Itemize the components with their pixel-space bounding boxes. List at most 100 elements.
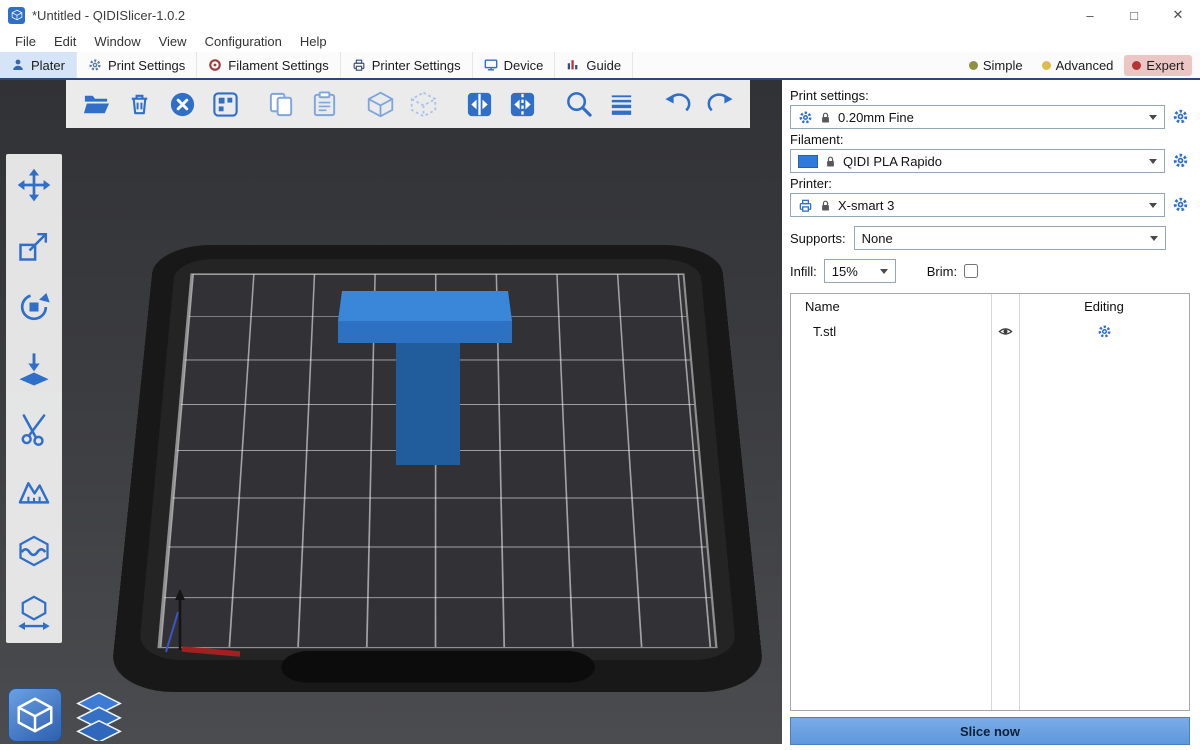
copy-button[interactable] xyxy=(263,86,299,122)
dropdown-arrow-icon xyxy=(1149,115,1157,124)
dropdown-arrow-icon xyxy=(880,269,888,278)
variable-layer-height-button[interactable] xyxy=(603,86,639,122)
filament-combo[interactable]: QIDI PLA Rapido xyxy=(790,149,1165,173)
menu-edit[interactable]: Edit xyxy=(45,32,85,51)
measure-icon xyxy=(16,594,52,630)
split-parts-icon xyxy=(508,90,537,119)
window-controls: – □ ✕ xyxy=(1068,0,1200,30)
tab-plater[interactable]: Plater xyxy=(0,52,77,78)
print-settings-combo[interactable]: 0.20mm Fine xyxy=(790,105,1165,129)
measure-button[interactable] xyxy=(14,592,54,632)
plater-icon xyxy=(11,58,25,72)
menu-help[interactable]: Help xyxy=(291,32,336,51)
infill-combo[interactable]: 15% xyxy=(824,259,896,283)
object-settings-gear-icon xyxy=(1097,324,1112,339)
close-button[interactable]: ✕ xyxy=(1156,0,1200,30)
supports-combo[interactable]: None xyxy=(854,226,1166,250)
lock-icon xyxy=(819,199,832,212)
brim-checkbox[interactable] xyxy=(964,264,978,278)
bed-handle xyxy=(280,651,595,683)
tab-filament-settings[interactable]: Filament Settings xyxy=(197,52,340,78)
brim-label: Brim: xyxy=(927,264,957,279)
undo-icon xyxy=(663,90,692,119)
menu-configuration[interactable]: Configuration xyxy=(196,32,291,51)
menu-window[interactable]: Window xyxy=(85,32,149,51)
arrange-button[interactable] xyxy=(207,86,243,122)
printer-icon xyxy=(798,198,813,213)
mode-advanced[interactable]: Advanced xyxy=(1034,55,1122,76)
trash-icon xyxy=(125,90,154,119)
simple-dot-icon xyxy=(969,61,978,70)
move-button[interactable] xyxy=(14,165,54,205)
redo-button[interactable] xyxy=(702,86,738,122)
open-button[interactable] xyxy=(78,86,114,122)
app-window: *Untitled - QIDISlicer-1.0.2 – □ ✕ File … xyxy=(0,0,1200,750)
object-editing-button[interactable] xyxy=(1019,324,1189,339)
gear-icon xyxy=(1172,152,1189,169)
object-row-t-stl[interactable]: T.stl xyxy=(791,318,1189,344)
print-settings-gear-button[interactable] xyxy=(1171,108,1190,127)
split-objects-icon xyxy=(465,90,494,119)
filament-color-swatch xyxy=(798,155,818,168)
filament-gear-button[interactable] xyxy=(1171,152,1190,171)
slice-now-button[interactable]: Slice now xyxy=(790,717,1190,745)
cut-button[interactable] xyxy=(14,409,54,449)
redo-icon xyxy=(706,90,735,119)
supports-label: Supports: xyxy=(790,231,846,246)
printer-gear-button[interactable] xyxy=(1171,196,1190,215)
eye-icon xyxy=(998,324,1013,339)
maximize-button[interactable]: □ xyxy=(1112,0,1156,30)
filament-settings-icon xyxy=(208,58,222,72)
mode-simple[interactable]: Simple xyxy=(961,55,1031,76)
printer-combo[interactable]: X-smart 3 xyxy=(790,193,1165,217)
remove-instance-button[interactable] xyxy=(405,86,441,122)
scale-icon xyxy=(16,228,52,264)
sidebar: Print settings: 0.20mm Fine Filament: QI… xyxy=(782,80,1200,750)
top-toolbar xyxy=(66,80,750,128)
visibility-toggle-button[interactable] xyxy=(991,324,1019,339)
gear-icon xyxy=(1172,108,1189,125)
add-instance-button[interactable] xyxy=(362,86,398,122)
split-to-objects-button[interactable] xyxy=(461,86,497,122)
paint-supports-icon xyxy=(16,472,52,508)
delete-button[interactable] xyxy=(121,86,157,122)
split-to-parts-button[interactable] xyxy=(504,86,540,122)
seam-painting-button[interactable] xyxy=(14,531,54,571)
open-folder-icon xyxy=(82,90,111,119)
menu-view[interactable]: View xyxy=(150,32,196,51)
tab-print-settings[interactable]: Print Settings xyxy=(77,52,197,78)
printer-settings-icon xyxy=(352,58,366,72)
dropdown-arrow-icon xyxy=(1149,203,1157,212)
tab-printer-settings[interactable]: Printer Settings xyxy=(341,52,473,78)
viewport-3d xyxy=(0,80,782,750)
delete-all-button[interactable] xyxy=(164,86,200,122)
arrange-icon xyxy=(211,90,240,119)
paste-button[interactable] xyxy=(306,86,342,122)
advanced-dot-icon xyxy=(1042,61,1051,70)
editor-view-button[interactable] xyxy=(8,688,62,742)
mode-switcher: Simple Advanced Expert xyxy=(961,52,1200,78)
tab-device[interactable]: Device xyxy=(473,52,556,78)
dropdown-arrow-icon xyxy=(1150,236,1158,245)
model-t-stl[interactable] xyxy=(330,283,520,483)
axes-indicator xyxy=(158,580,258,660)
titlebar: *Untitled - QIDISlicer-1.0.2 – □ ✕ xyxy=(0,0,1200,30)
paint-supports-button[interactable] xyxy=(14,470,54,510)
preview-view-button[interactable] xyxy=(72,688,126,742)
object-list-header: Name Editing xyxy=(791,294,1189,318)
left-toolbar xyxy=(6,154,62,643)
tab-guide[interactable]: Guide xyxy=(555,52,633,78)
undo-button[interactable] xyxy=(659,86,695,122)
scene-3d[interactable] xyxy=(0,80,782,744)
place-on-face-icon xyxy=(16,350,52,386)
search-button[interactable] xyxy=(560,86,596,122)
mode-expert[interactable]: Expert xyxy=(1124,55,1192,76)
gear-icon xyxy=(1172,196,1189,213)
paste-icon xyxy=(310,90,339,119)
main-area: Print settings: 0.20mm Fine Filament: QI… xyxy=(0,80,1200,750)
scale-button[interactable] xyxy=(14,226,54,266)
rotate-button[interactable] xyxy=(14,287,54,327)
menu-file[interactable]: File xyxy=(6,32,45,51)
place-on-face-button[interactable] xyxy=(14,348,54,388)
minimize-button[interactable]: – xyxy=(1068,0,1112,30)
